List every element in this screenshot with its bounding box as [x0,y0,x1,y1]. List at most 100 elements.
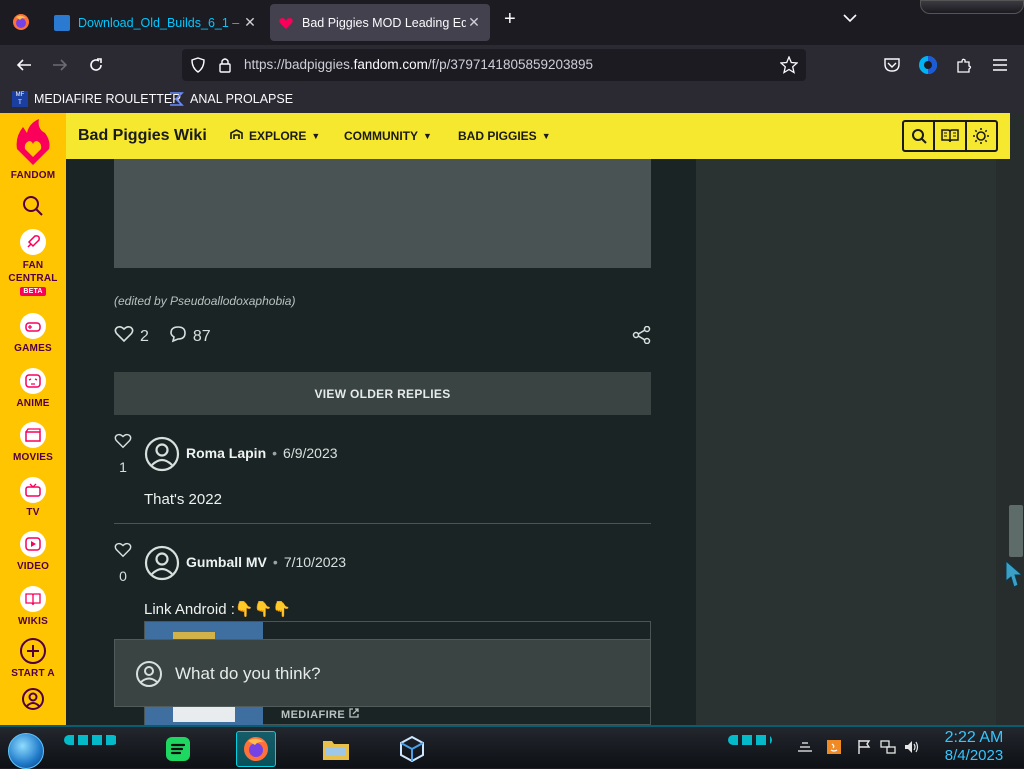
close-icon[interactable]: ✕ [242,14,258,31]
rail-label: GAMES [14,343,52,354]
system-clock[interactable]: 2:22 AM 8/4/2023 [934,729,1014,765]
rail-movies[interactable]: MOVIES [0,422,66,463]
taskbar-virtualbox-icon[interactable] [392,731,432,767]
fandom-heart-icon [278,15,294,31]
nav-label: BAD PIGGIES [458,129,537,143]
user-avatar-icon[interactable] [144,545,180,581]
mediafire-icon: MF T [12,91,28,107]
book-icon[interactable] [935,122,967,150]
theme-sun-icon[interactable] [967,122,996,150]
rail-anime[interactable]: ANIME [0,368,66,409]
flag-icon[interactable] [856,739,872,755]
url-text[interactable]: https://badpiggies.fandom.com/f/p/379714… [244,57,593,72]
search-button[interactable] [0,195,66,220]
shield-icon[interactable] [190,57,206,78]
clock-date: 8/4/2023 [944,747,1004,764]
network-icon[interactable] [880,739,896,755]
taskbar-file-explorer-icon[interactable] [316,731,356,767]
firefox-icon[interactable] [12,13,30,31]
volume-icon[interactable] [904,739,920,755]
back-arrow-icon[interactable] [12,53,36,77]
rail-wikis[interactable]: WIKIS [0,586,66,627]
fandom-label: FANDOM [10,170,56,181]
lock-icon[interactable] [218,57,232,78]
separator-dot: • [272,554,278,570]
new-tab-button[interactable]: + [504,8,526,36]
fandom-global-nav: FANDOM FAN CENTRAL BETA GAMES ANIME MOVI… [0,113,66,725]
rail-label: START A [11,668,55,677]
reply-divider [114,523,651,524]
rail-video[interactable]: VIDEO [0,531,66,572]
heart-icon[interactable] [114,433,132,454]
web-page: FANDOM FAN CENTRAL BETA GAMES ANIME MOVI… [0,113,1024,725]
tab-download-old-builds[interactable]: Download_Old_Builds_6_1 – On ✕ [46,4,266,41]
tab-bad-piggies[interactable]: Bad Piggies MOD Leading Edge ✕ [270,4,490,41]
navigation-toolbar: https://badpiggies.fandom.com/f/p/379714… [0,45,1024,85]
chevron-down-icon[interactable] [843,10,857,26]
view-older-replies-button[interactable]: VIEW OLDER REPLIES [114,372,651,415]
book-icon [20,586,46,612]
user-account-button[interactable] [0,687,66,714]
taskbar: 2:22 AM 8/4/2023 [0,725,1024,769]
url-host: fandom.com [353,57,428,72]
java-update-icon[interactable] [826,739,842,755]
reply-meta: Gumball MV • 7/10/2023 [186,554,346,570]
user-avatar-icon[interactable] [144,436,180,472]
heart-icon[interactable] [114,542,132,563]
nav-bad-piggies[interactable]: BAD PIGGIES ▼ [458,129,551,143]
tv-icon [20,477,46,503]
clapperboard-icon [20,422,46,448]
like-count: 2 [140,327,149,345]
comment-icon[interactable] [169,325,187,348]
taskbar-firefox-icon[interactable] [236,731,276,767]
share-icon[interactable] [632,325,652,349]
compass-icon [230,129,243,143]
rail-start-a-wiki[interactable]: START A [0,637,66,677]
heart-icon[interactable] [114,325,134,348]
search-icon[interactable] [904,122,936,150]
nav-label: COMMUNITY [344,129,418,143]
forward-arrow-icon[interactable] [48,53,72,77]
pocket-icon[interactable] [880,53,904,77]
address-bar[interactable]: https://badpiggies.fandom.com/f/p/379714… [182,49,806,81]
bookmark-mediafire-rouletter[interactable]: MF T MEDIAFIRE ROULETTER [12,91,181,107]
sigma-icon [168,91,184,107]
scrollbar-thumb[interactable] [1009,505,1023,557]
post-reactions: 2 87 [114,325,211,348]
blue-page-icon [54,14,70,31]
reply-date: 6/9/2023 [283,445,338,461]
rail-games[interactable]: GAMES [0,313,66,354]
url-path: /f/p/3797141805859203895 [427,57,594,72]
rail-tv[interactable]: TV [0,477,66,518]
rail-label: MOVIES [12,452,54,463]
star-icon[interactable] [779,55,799,79]
nav-explore[interactable]: EXPLORE ▼ [230,129,320,143]
reply-meta: Roma Lapin • 6/9/2023 [186,445,338,461]
hamburger-menu-icon[interactable] [988,53,1012,77]
rail-fan-central[interactable]: FAN CENTRAL BETA [0,229,66,296]
post-image[interactable] [114,159,651,268]
separator-dot: • [272,445,278,461]
mouse-cursor-icon [1004,559,1024,594]
fandom-logo[interactable]: FANDOM [0,119,66,181]
reply-composer[interactable]: What do you think? [114,639,651,707]
extensions-puzzle-icon[interactable] [952,53,976,77]
start-button[interactable] [8,733,44,769]
taskbar-spotify-icon[interactable] [158,731,198,767]
nav-community[interactable]: COMMUNITY ▼ [344,129,432,143]
reply-username[interactable]: Roma Lapin [186,445,266,461]
reply-like-count: 0 [119,568,127,584]
reply-username[interactable]: Gumball MV [186,554,267,570]
bookmark-anal-prolapse[interactable]: ANAL PROLAPSE [168,91,293,107]
wiki-name[interactable]: Bad Piggies Wiki [78,127,207,145]
tray-expand-icon[interactable] [796,739,812,755]
edited-note: (edited by Pseudoallodoxaphobia) [114,294,296,308]
reply-date: 7/10/2023 [283,554,347,570]
reload-icon[interactable] [84,53,108,77]
browser-tab-strip: Download_Old_Builds_6_1 – On ✕ Bad Piggi… [0,0,1024,45]
rail-label: WIKIS [18,616,48,627]
anime-face-icon [20,368,46,394]
close-icon[interactable]: ✕ [466,14,482,31]
account-avatar-icon[interactable] [916,53,940,77]
page-scrollbar[interactable] [1008,159,1024,725]
